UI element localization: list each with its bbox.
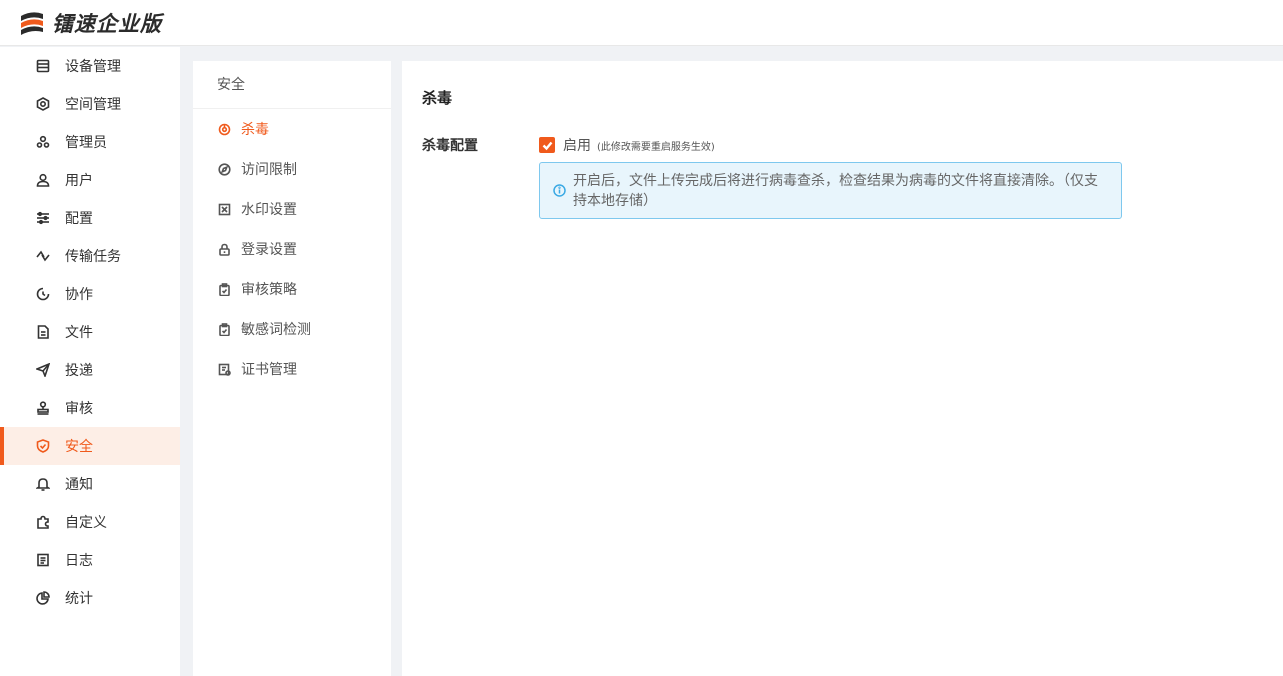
sidebar-item-admin[interactable]: 管理员: [0, 123, 180, 161]
page-title: 杀毒: [422, 89, 453, 107]
brand-name: 镭速企业版: [52, 11, 162, 36]
send-plane-icon: [36, 363, 50, 377]
device-list-icon: [36, 59, 50, 73]
sidebar-item-config[interactable]: 配置: [0, 199, 180, 237]
compass-icon: [218, 162, 231, 176]
sidebar-item-log[interactable]: 日志: [0, 541, 180, 579]
puzzle-icon: [36, 515, 50, 529]
subnav-watermark[interactable]: 水印设置: [193, 189, 391, 229]
antivirus-settings-panel: 杀毒 杀毒配置 启用 (此修改需要重启服务生效) 开启后，文件上传完成后将进行病…: [402, 61, 1283, 676]
subpanel-title: 安全: [193, 61, 391, 109]
subnav-sensitive-words[interactable]: 敏感词检测: [193, 309, 391, 349]
bell-icon: [36, 477, 50, 491]
certificate-icon: [218, 363, 231, 376]
sidebar-item-label: 用户: [65, 173, 93, 189]
subnav-access-limit[interactable]: 访问限制: [193, 149, 391, 189]
enable-antivirus-row: 启用 (此修改需要重启服务生效): [539, 135, 715, 155]
subnav-label: 敏感词检测: [241, 322, 311, 338]
sidebar-item-transfer[interactable]: 传输任务: [0, 237, 180, 275]
log-icon: [36, 553, 50, 567]
clipboard-check-icon: [218, 322, 231, 336]
info-icon: [553, 184, 566, 197]
antivirus-config-label: 杀毒配置: [422, 138, 478, 154]
virus-icon: [218, 123, 231, 136]
top-bar: 镭速企业版: [0, 0, 1283, 46]
sidebar-item-security[interactable]: 安全: [0, 427, 180, 465]
subnav-label: 水印设置: [241, 202, 297, 218]
sidebar-item-label: 安全: [65, 439, 93, 455]
subnav-label: 访问限制: [241, 162, 297, 178]
sidebar-item-device[interactable]: 设备管理: [0, 47, 180, 85]
sidebar-item-label: 传输任务: [65, 249, 121, 265]
sidebar-item-label: 空间管理: [65, 97, 121, 113]
sliders-icon: [36, 211, 50, 225]
subnav-login-settings[interactable]: 登录设置: [193, 229, 391, 269]
restart-note: (此修改需要重启服务生效): [597, 141, 715, 153]
lock-icon: [218, 243, 231, 256]
hexagon-space-icon: [36, 97, 50, 111]
pie-chart-icon: [36, 591, 50, 605]
enable-label[interactable]: 启用: [563, 135, 591, 155]
sidebar-item-review[interactable]: 审核: [0, 389, 180, 427]
sidebar-item-label: 投递: [65, 363, 93, 379]
sidebar: 设备管理 空间管理 管理员 用户 配置 传输任务 协作 文件 投递 审核 安全: [0, 47, 180, 676]
sidebar-item-label: 配置: [65, 211, 93, 227]
clipboard-icon: [218, 282, 231, 296]
sidebar-item-label: 自定义: [65, 515, 107, 531]
security-subpanel: 安全 杀毒 访问限制 水印设置 登录设置 审核策略 敏感词检测 证书管理: [193, 61, 391, 676]
sidebar-item-send[interactable]: 投递: [0, 351, 180, 389]
info-alert: 开启后，文件上传完成后将进行病毒查杀，检查结果为病毒的文件将直接清除。（仅支持本…: [539, 162, 1122, 219]
sidebar-item-label: 统计: [65, 591, 93, 607]
admin-group-icon: [36, 135, 50, 149]
sidebar-item-label: 日志: [65, 553, 93, 569]
stamp-icon: [36, 401, 50, 415]
checkmark-icon: [542, 141, 552, 150]
sidebar-item-file[interactable]: 文件: [0, 313, 180, 351]
watermark-icon: [218, 203, 231, 216]
sidebar-item-label: 审核: [65, 401, 93, 417]
sidebar-item-label: 文件: [65, 325, 93, 341]
sidebar-item-label: 设备管理: [65, 59, 121, 75]
sidebar-item-notify[interactable]: 通知: [0, 465, 180, 503]
transfer-icon: [36, 249, 50, 263]
sidebar-item-collaborate[interactable]: 协作: [0, 275, 180, 313]
sidebar-item-label: 协作: [65, 287, 93, 303]
sidebar-item-custom[interactable]: 自定义: [0, 503, 180, 541]
collaborate-icon: [36, 287, 50, 301]
subnav-label: 证书管理: [241, 362, 297, 378]
sidebar-item-label: 通知: [65, 477, 93, 493]
subnav-label: 审核策略: [241, 282, 297, 298]
sidebar-item-label: 管理员: [65, 135, 107, 151]
subnav-certificate[interactable]: 证书管理: [193, 349, 391, 389]
subnav-label: 杀毒: [241, 122, 269, 138]
shield-icon: [36, 439, 50, 453]
user-icon: [36, 173, 50, 187]
subnav-review-policy[interactable]: 审核策略: [193, 269, 391, 309]
brand-logo-icon: [21, 11, 43, 35]
file-icon: [36, 325, 50, 339]
info-text: 开启后，文件上传完成后将进行病毒查杀，检查结果为病毒的文件将直接清除。（仅支持本…: [573, 173, 1098, 209]
sidebar-item-space[interactable]: 空间管理: [0, 85, 180, 123]
subnav-label: 登录设置: [241, 242, 297, 258]
sidebar-item-user[interactable]: 用户: [0, 161, 180, 199]
sidebar-item-stats[interactable]: 统计: [0, 579, 180, 617]
subnav-antivirus[interactable]: 杀毒: [193, 109, 391, 149]
enable-antivirus-checkbox[interactable]: [539, 137, 555, 153]
